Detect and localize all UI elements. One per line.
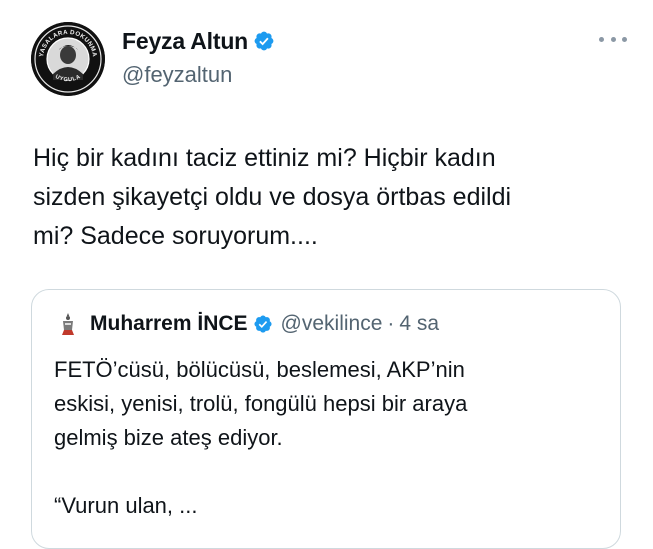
more-horizontal-icon[interactable] [599,32,627,46]
party-emblem-avatar-icon[interactable] [54,310,82,338]
tweet-header: YASALARA DOKUNMA UYGULA Feyza Altun @fey… [31,22,631,102]
author-names: Feyza Altun @feyzaltun [122,26,275,88]
verified-badge-icon[interactable] [253,314,273,334]
quote-header: Muharrem İNCE @vekilince · 4 sa [54,310,439,338]
author-display-name[interactable]: Feyza Altun [122,28,248,55]
quote-separator: · [387,312,395,335]
display-name-row: Feyza Altun [122,26,275,56]
verified-badge-icon[interactable] [253,30,275,52]
quote-handle[interactable]: @vekilince [281,312,383,336]
quote-display-name[interactable]: Muharrem İNCE [90,312,248,336]
author-handle[interactable]: @feyzaltun [122,62,275,88]
tweet-text: Hiç bir kadını taciz ettiniz mi? Hiçbir … [33,144,512,250]
profile-photo-icon: YASALARA DOKUNMA UYGULA [31,22,105,96]
quote-text: FETÖ’cüsü, bölücüsü, beslemesi, AKP’nin … [54,357,468,518]
more-dot [622,36,627,42]
quote-timestamp[interactable]: 4 sa [399,312,439,336]
quote-tweet-card[interactable]: Muharrem İNCE @vekilince · 4 sa FETÖ’cüs… [31,289,621,549]
more-dot [599,36,604,42]
more-dot [610,36,616,42]
author-avatar[interactable]: YASALARA DOKUNMA UYGULA [31,22,105,96]
